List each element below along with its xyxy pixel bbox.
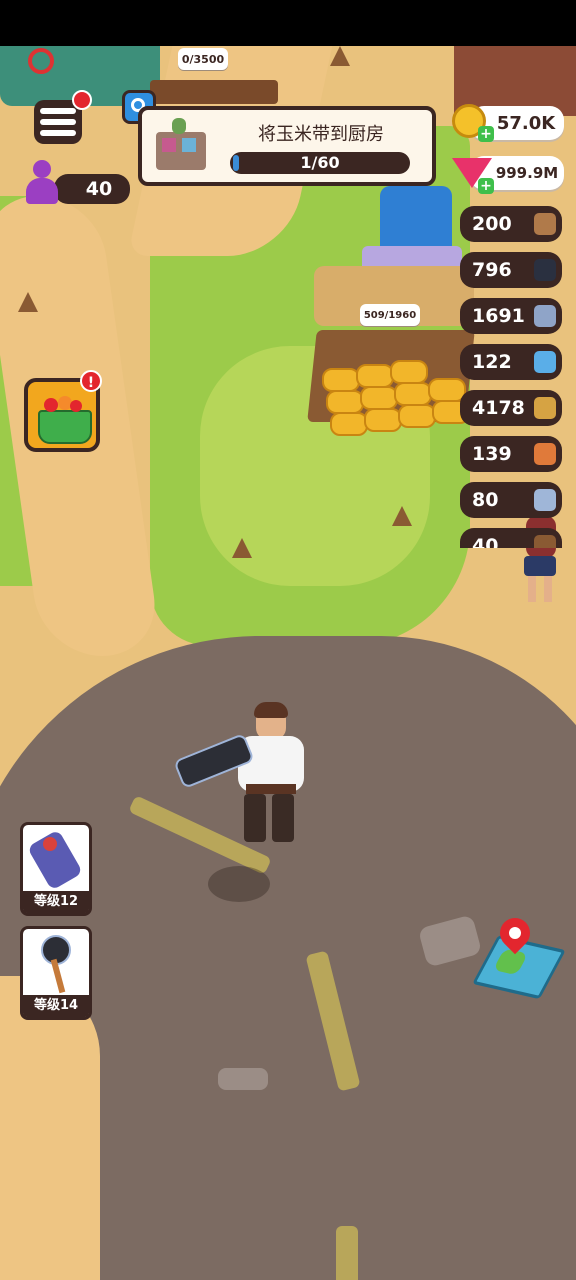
resource-value: 40 (472, 535, 499, 548)
weapon-1-level: 等级12 (23, 891, 89, 913)
wood-icon (534, 213, 556, 235)
resource-value: 200 (472, 213, 512, 235)
corn-crop (398, 404, 436, 428)
field-capacity-bubble: 509/1960 (360, 304, 420, 326)
sand-edge-bottom-left (0, 976, 100, 1280)
road-rock-2 (218, 1068, 268, 1090)
menu-notification-dot (72, 90, 92, 110)
resource-value: 139 (472, 443, 512, 465)
resource-pill[interactable]: 139 (460, 436, 562, 472)
valve-wheel-icon (28, 48, 54, 74)
ring-icon (534, 443, 556, 465)
quest-title: 将玉米带到厨房 (258, 124, 384, 145)
sprout-2 (232, 538, 252, 558)
corn-crop (322, 368, 360, 392)
resource-value: 80 (472, 489, 499, 511)
resource-pill[interactable]: 796 (460, 252, 562, 288)
kitchen-building-icon (152, 114, 212, 176)
storage-belt (150, 80, 278, 104)
coin-value: 57.0K (496, 112, 556, 134)
corn-crop (394, 382, 432, 406)
menu-button[interactable] (30, 90, 92, 148)
population-counter: 40 (24, 160, 132, 206)
bag-icon (534, 535, 556, 548)
corn-crops (322, 322, 470, 436)
sprout-1 (18, 292, 38, 312)
weapon-slot-2[interactable]: 等级14 (20, 926, 92, 1020)
player-shadow (208, 866, 270, 902)
storage-capacity-text: 0/3500 (181, 52, 225, 66)
add-coins-icon[interactable]: + (478, 126, 494, 142)
quest-panel[interactable]: 将玉米带到厨房 1/60 (138, 106, 436, 186)
resource-pill[interactable]: 80 (460, 482, 562, 518)
crate-icon (534, 397, 556, 419)
person-icon (24, 160, 60, 206)
resource-pill[interactable]: 1691 (460, 298, 562, 334)
resource-value: 796 (472, 259, 512, 281)
quest-progress-text: 1/60 (300, 153, 340, 172)
corn-crop (326, 390, 364, 414)
resource-value: 122 (472, 351, 512, 373)
quest-progress-bar: 1/60 (230, 152, 410, 174)
corn-crop (364, 408, 402, 432)
resource-pill[interactable]: 4178 (460, 390, 562, 426)
add-gems-icon[interactable]: + (478, 178, 494, 194)
basket-icon (38, 410, 92, 444)
storage-capacity-bubble: 0/3500 (178, 48, 228, 70)
basket-alert-icon: ! (80, 370, 102, 392)
road-line-3 (336, 1226, 358, 1280)
magnifier-icon (534, 489, 556, 511)
resource-list[interactable]: 200 796 1691 122 4178 139 80 40 (460, 206, 564, 548)
resource-pill[interactable]: 122 (460, 344, 562, 380)
gem-counter[interactable]: 999.9M + (452, 154, 564, 194)
sprout-4 (330, 46, 350, 66)
corn-crop (360, 386, 398, 410)
corn-crop (356, 364, 394, 388)
weapon-slot-1[interactable]: 等级12 (20, 822, 92, 916)
coin-counter[interactable]: 57.0K + (452, 104, 564, 144)
gem-value: 999.9M (495, 164, 559, 182)
resource-value: 1691 (472, 305, 525, 327)
tire-icon (534, 259, 556, 281)
resource-pill[interactable]: 40 (460, 528, 562, 548)
player-character[interactable] (230, 702, 312, 852)
weapon-2-level: 等级14 (23, 995, 89, 1017)
map-button[interactable] (472, 911, 566, 1000)
status-bar (0, 0, 576, 46)
corn-crop (330, 412, 368, 436)
water-bottle-icon (534, 351, 556, 373)
metal-ingot-icon (534, 305, 556, 327)
sprout-3 (392, 506, 412, 526)
corn-crop (390, 360, 428, 384)
field-capacity-text: 509/1960 (363, 309, 417, 321)
population-value: 40 (85, 178, 113, 200)
resource-value: 4178 (472, 397, 525, 419)
resource-pill[interactable]: 200 (460, 206, 562, 242)
